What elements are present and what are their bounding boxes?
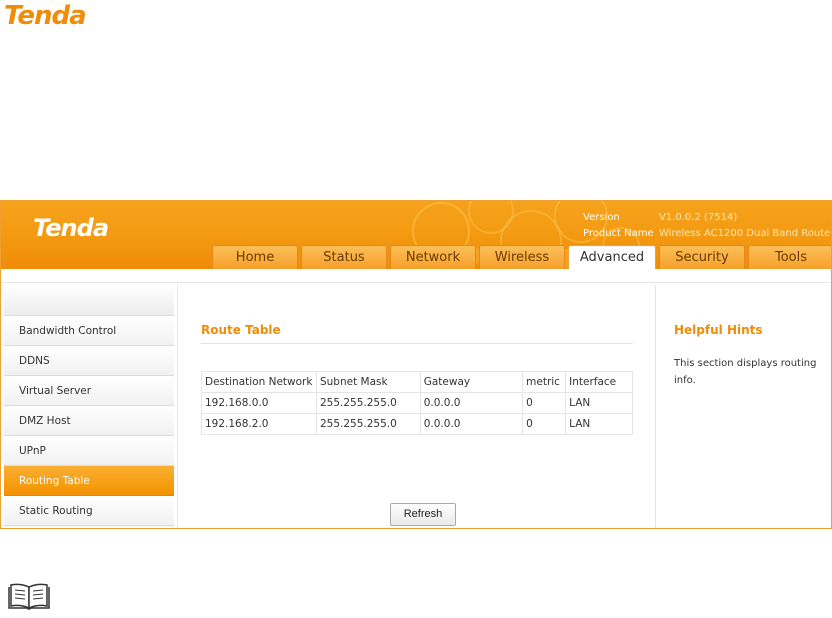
table-row: 192.168.0.0 255.255.255.0 0.0.0.0 0 LAN [201,392,633,414]
column-header: Gateway [419,371,524,393]
table-cell: LAN [565,413,633,435]
table-row: 192.168.2.0 255.255.255.0 0.0.0.0 0 LAN [201,413,633,435]
main-panel: Route Table Destination Network Subnet M… [177,285,656,528]
table-cell: 255.255.255.0 [315,413,421,435]
version-info: Version V1.0.0.2 (7514) Product Name Wir… [583,210,831,242]
table-cell: 192.168.2.0 [201,413,317,435]
router-admin-window: Tenda Version V1.0.0.2 (7514) Product Na… [0,200,832,529]
column-header: Destination Network [201,371,317,393]
table-cell: LAN [565,392,633,414]
product-name-label: Product Name [583,228,654,239]
sidebar-item-bandwidth-control[interactable]: Bandwidth Control [4,316,174,346]
sidebar-item-upnp[interactable]: UPnP [4,436,174,466]
sidebar-item-virtual-server[interactable]: Virtual Server [4,376,174,406]
sidebar-item-routing-table[interactable]: Routing Table [4,466,174,496]
route-table: Destination Network Subnet Mask Gateway … [201,371,633,435]
column-header: metric [522,371,567,393]
tab-security[interactable]: Security [659,245,745,269]
table-cell: 0 [522,392,567,414]
table-cell: 0 [522,413,567,435]
table-cell: 255.255.255.0 [315,392,421,414]
tab-home[interactable]: Home [212,245,298,269]
header-tenda-logo: Tenda [33,214,145,245]
svg-text:Tenda: Tenda [4,2,86,28]
tenda-logo: Tenda [2,2,118,28]
sidebar-item-ddns[interactable]: DDNS [4,346,174,376]
tab-status[interactable]: Status [301,245,387,269]
tab-tools[interactable]: Tools [748,245,831,269]
sub-nav-bar [1,269,831,283]
tab-advanced[interactable]: Advanced [568,245,656,269]
tab-wireless[interactable]: Wireless [479,245,565,269]
hints-text: This section displays routing info. [674,358,817,386]
table-cell: 0.0.0.0 [419,413,524,435]
version-label: Version [583,212,620,223]
table-cell: 192.168.0.0 [201,392,317,414]
tab-network[interactable]: Network [390,245,476,269]
product-name-value: Wireless AC1200 Dual Band Router [659,228,831,239]
svg-text:Tenda: Tenda [33,215,108,241]
version-value: V1.0.0.2 (7514) [659,212,738,223]
sidebar-header [4,285,174,316]
sidebar: Bandwidth Control DDNS Virtual Server DM… [4,285,174,527]
table-header-row: Destination Network Subnet Mask Gateway … [201,371,633,393]
table-cell: 0.0.0.0 [419,392,524,414]
main-tabs: Home Status Network Wireless Advanced Se… [212,245,831,269]
column-header: Subnet Mask [315,371,421,393]
title-divider [201,343,633,344]
refresh-button[interactable]: Refresh [390,503,456,526]
header-bar: Tenda Version V1.0.0.2 (7514) Product Na… [1,201,831,269]
helpful-hints-panel: Helpful Hints This section displays rout… [657,285,831,528]
book-icon [5,581,53,613]
column-header: Interface [565,371,633,393]
sidebar-item-static-routing[interactable]: Static Routing [4,496,174,526]
sidebar-item-dmz-host[interactable]: DMZ Host [4,406,174,436]
page-title: Route Table [201,323,281,337]
hints-title: Helpful Hints [674,323,763,337]
